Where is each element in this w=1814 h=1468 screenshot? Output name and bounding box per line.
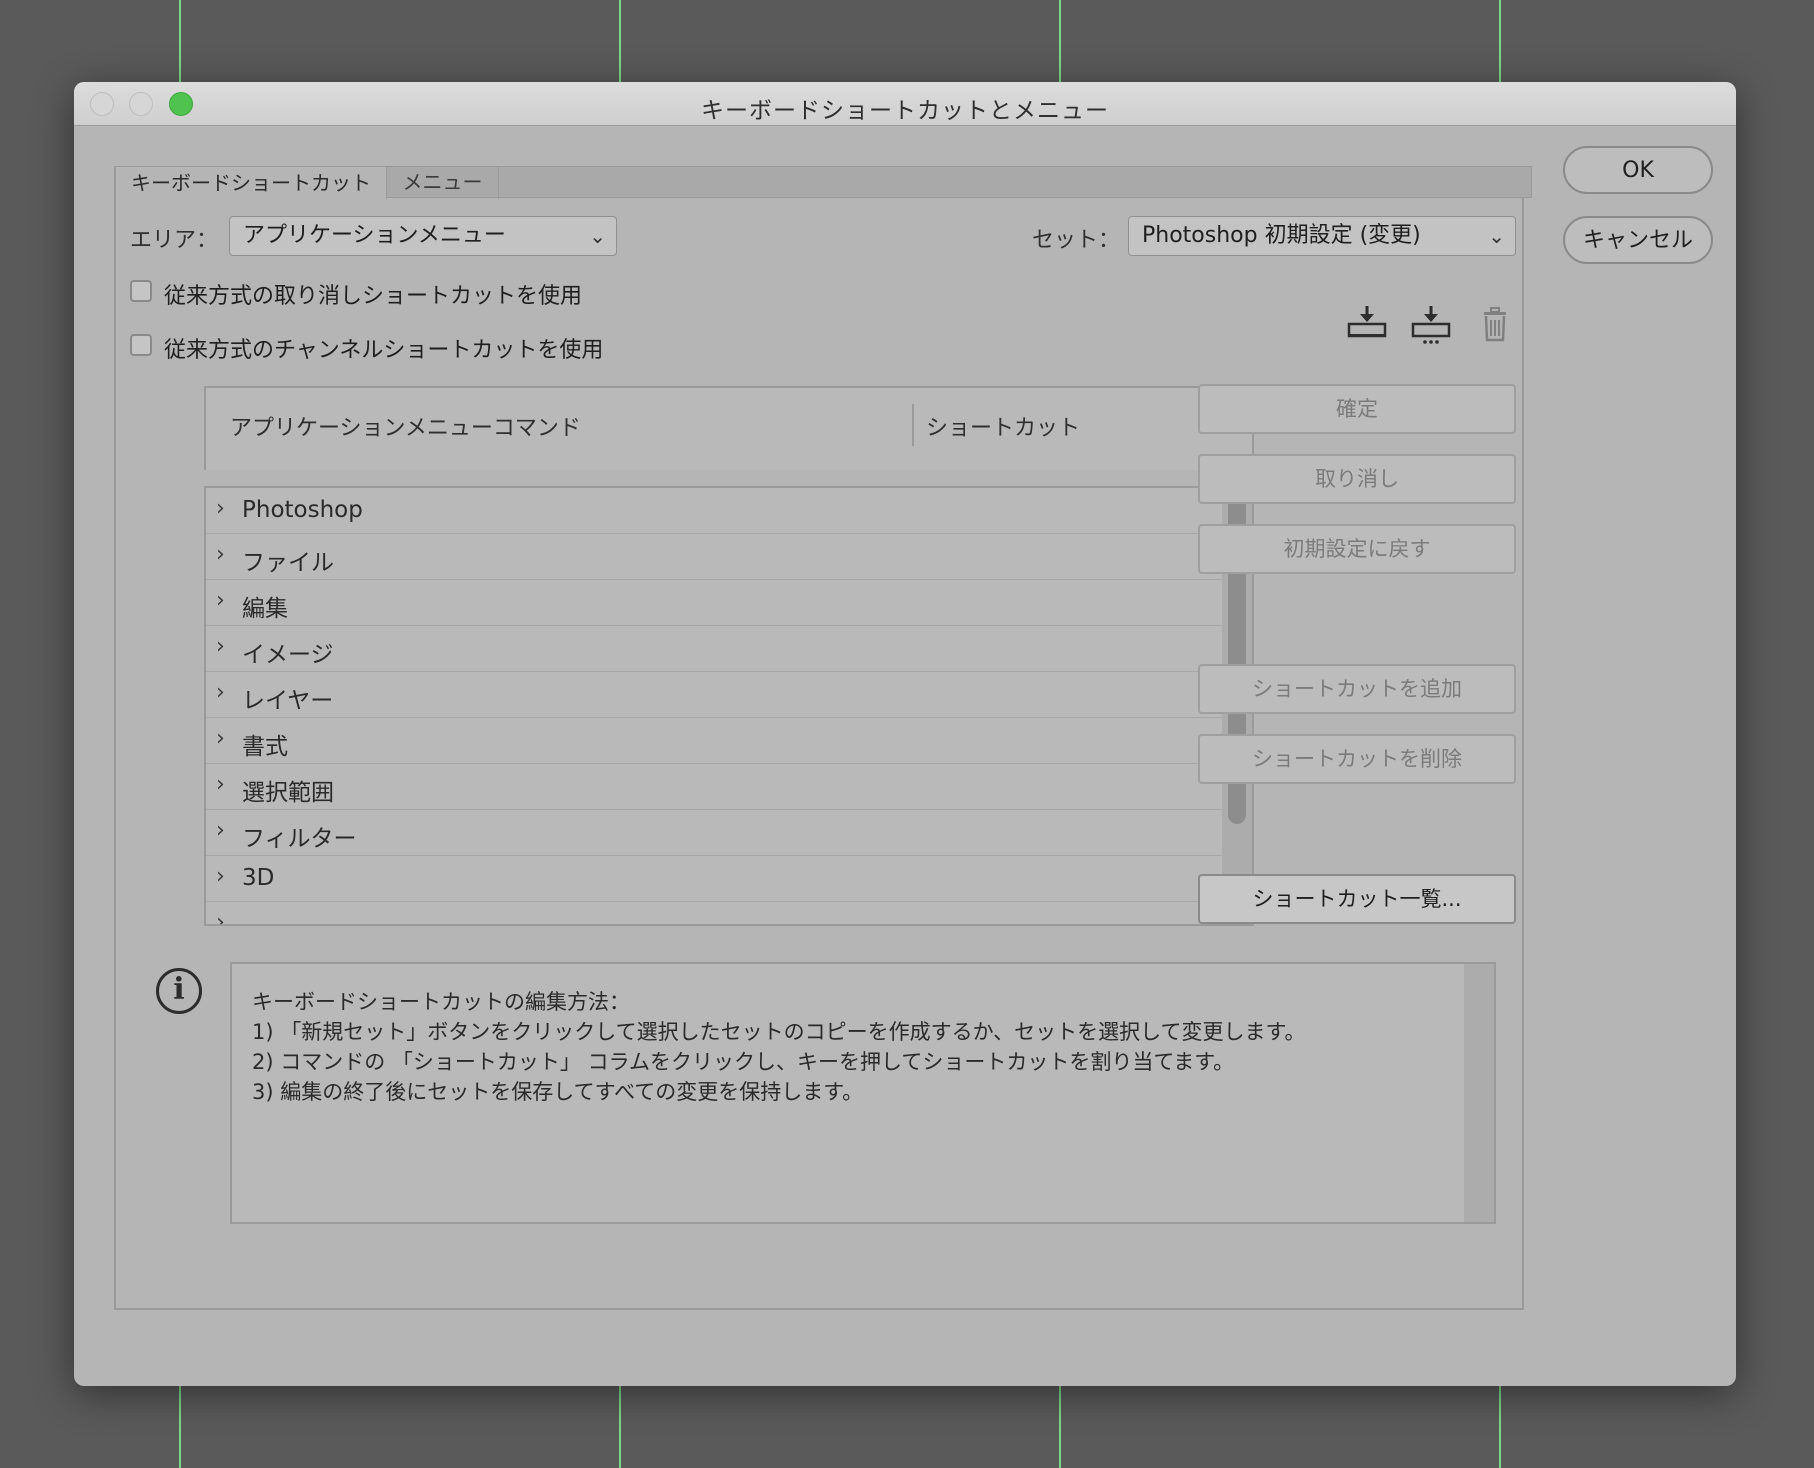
title-bar: キーボードショートカットとメニュー: [74, 82, 1736, 126]
cancel-button[interactable]: キャンセル: [1563, 216, 1713, 264]
list-item[interactable]: › 3D: [206, 856, 1222, 902]
list-item-label: ファイル: [242, 550, 334, 576]
list-item[interactable]: ›: [206, 902, 1222, 924]
command-table-header: アプリケーションメニューコマンド ショートカット: [204, 386, 1254, 470]
chevron-right-icon[interactable]: ›: [216, 542, 225, 567]
command-list: › Photoshop › ファイル › 編集 › イメージ › レイヤー › …: [204, 486, 1254, 926]
column-header-command[interactable]: アプリケーションメニューコマンド: [230, 410, 581, 442]
ok-button[interactable]: OK: [1563, 146, 1713, 194]
list-item-label: Photoshop: [242, 497, 363, 523]
list-item-label: 選択範囲: [242, 780, 334, 806]
chevron-right-icon[interactable]: ›: [216, 634, 225, 659]
list-item-label: 3D: [242, 865, 275, 891]
chevron-right-icon[interactable]: ›: [216, 680, 225, 705]
tab-keyboard-shortcuts[interactable]: キーボードショートカット: [115, 166, 387, 199]
chevron-right-icon[interactable]: ›: [216, 726, 225, 751]
chevron-right-icon[interactable]: ›: [216, 864, 225, 889]
area-label: エリア：: [130, 228, 219, 253]
delete-shortcut-button[interactable]: ショートカットを削除: [1198, 734, 1516, 784]
list-item[interactable]: › 書式: [206, 718, 1222, 764]
keyboard-shortcuts-dialog: キーボードショートカットとメニュー OK キャンセル キーボードショートカット …: [74, 82, 1736, 1386]
chevron-right-icon[interactable]: ›: [216, 910, 225, 924]
list-item-label: 編集: [242, 596, 288, 622]
instructions-line: 1) 「新規セット」ボタンをクリックして選択したセットのコピーを作成するか、セッ…: [252, 1020, 1306, 1044]
trash-icon: [1484, 307, 1506, 342]
save-set-button[interactable]: [1344, 302, 1390, 346]
instructions-scrollbar[interactable]: [1464, 964, 1494, 1222]
list-item-label: イメージ: [242, 642, 334, 668]
new-set-icon: [1411, 306, 1451, 344]
column-divider: [912, 404, 914, 446]
list-item[interactable]: › 選択範囲: [206, 764, 1222, 810]
set-label: セット：: [1032, 228, 1121, 253]
legacy-channel-checkbox[interactable]: [130, 334, 152, 356]
tab-bar: キーボードショートカット メニュー: [114, 166, 1532, 199]
set-select-value: Photoshop 初期設定 (変更): [1142, 223, 1421, 248]
new-set-button[interactable]: [1408, 302, 1454, 346]
list-item[interactable]: › 編集: [206, 580, 1222, 626]
delete-set-button[interactable]: [1472, 302, 1518, 346]
instructions-line: 2) コマンドの 「ショートカット」 コラムをクリックし、キーを押してショートカ…: [252, 1050, 1235, 1074]
instructions-line: 3) 編集の終了後にセットを保存してすべての変更を保持します。: [252, 1080, 864, 1104]
chevron-right-icon[interactable]: ›: [216, 772, 225, 797]
accept-button[interactable]: 確定: [1198, 384, 1516, 434]
chevron-down-icon: ⌄: [589, 224, 606, 248]
instructions-box: キーボードショートカットの編集方法： 1) 「新規セット」ボタンをクリックして選…: [230, 962, 1496, 1224]
info-icon: i: [156, 968, 202, 1014]
add-shortcut-button[interactable]: ショートカットを追加: [1198, 664, 1516, 714]
set-select[interactable]: Photoshop 初期設定 (変更) ⌄: [1128, 216, 1516, 256]
area-select-value: アプリケーションメニュー: [243, 223, 506, 248]
instructions-line: キーボードショートカットの編集方法：: [252, 990, 630, 1014]
list-item-label: フィルター: [242, 826, 357, 852]
list-item[interactable]: › フィルター: [206, 810, 1222, 856]
list-item[interactable]: › ファイル: [206, 534, 1222, 580]
tab-menus[interactable]: メニュー: [387, 166, 499, 199]
legacy-undo-checkbox[interactable]: [130, 280, 152, 302]
window-title: キーボードショートカットとメニュー: [701, 98, 1109, 124]
summarize-button[interactable]: ショートカット一覧...: [1198, 874, 1516, 924]
chevron-down-icon: ⌄: [1488, 224, 1505, 248]
use-default-button[interactable]: 初期設定に戻す: [1198, 524, 1516, 574]
chevron-right-icon[interactable]: ›: [216, 818, 225, 843]
save-set-icon: [1347, 306, 1387, 338]
legacy-undo-label: 従来方式の取り消しショートカットを使用: [164, 284, 583, 309]
list-item[interactable]: › Photoshop: [206, 488, 1222, 534]
list-item-label: レイヤー: [242, 688, 334, 714]
area-select[interactable]: アプリケーションメニュー ⌄: [229, 216, 617, 256]
legacy-channel-label: 従来方式のチャンネルショートカットを使用: [164, 338, 604, 363]
chevron-right-icon[interactable]: ›: [216, 496, 225, 521]
list-item-label: 書式: [242, 734, 288, 760]
chevron-right-icon[interactable]: ›: [216, 588, 225, 613]
list-item[interactable]: › レイヤー: [206, 672, 1222, 718]
list-item[interactable]: › イメージ: [206, 626, 1222, 672]
column-header-shortcut[interactable]: ショートカット: [926, 410, 1080, 442]
undo-button[interactable]: 取り消し: [1198, 454, 1516, 504]
